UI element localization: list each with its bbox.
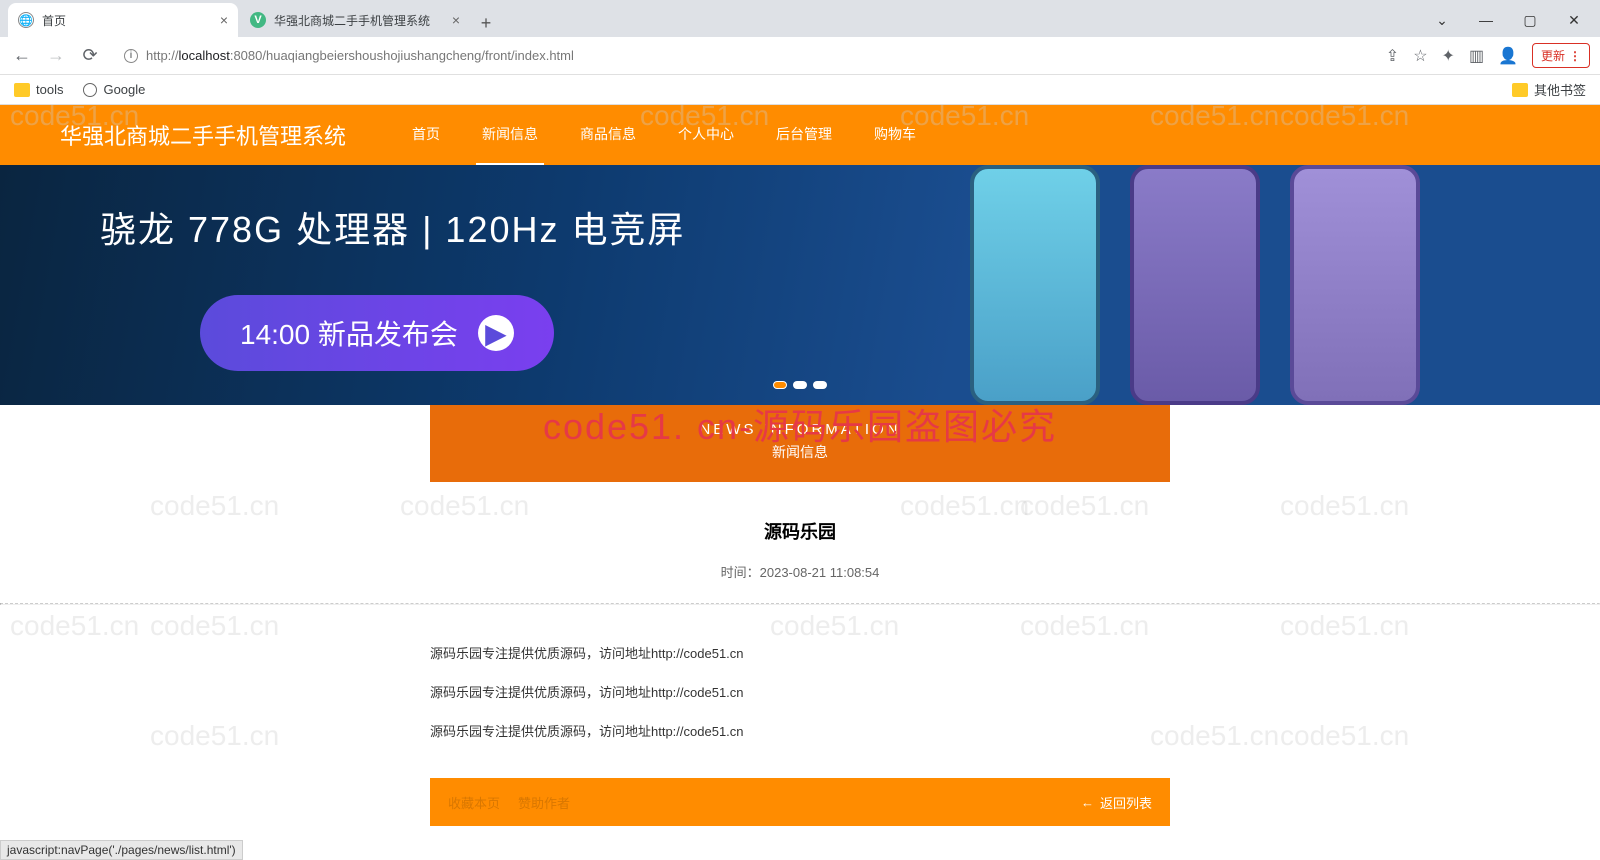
globe-icon: 🌐: [18, 12, 34, 28]
action-favorite[interactable]: 收藏本页: [448, 793, 500, 812]
banner-cta[interactable]: 14:00 新品发布会 ▶: [200, 295, 554, 371]
watermark-bg: code51.cn: [150, 610, 279, 642]
phone-image: [1130, 165, 1260, 405]
carousel-dot[interactable]: [813, 381, 827, 389]
nav-home[interactable]: 首页: [406, 105, 446, 165]
article-line: 源码乐园专注提供优质源码，访问地址http://code51.cn: [430, 672, 1170, 711]
tab-title: 首页: [42, 12, 66, 29]
action-left: 收藏本页 赞助作者: [448, 793, 570, 812]
play-icon: ▶: [478, 315, 514, 351]
bookmark-tools[interactable]: tools: [14, 82, 63, 97]
carousel-dot[interactable]: [773, 381, 787, 389]
phone-image: [970, 165, 1100, 405]
window-minimize-icon[interactable]: —: [1476, 12, 1496, 29]
watermark-bg: code51.cn: [10, 610, 139, 642]
nav-products[interactable]: 商品信息: [574, 105, 642, 165]
close-icon[interactable]: ×: [220, 12, 228, 28]
window-close-icon[interactable]: ✕: [1564, 12, 1584, 29]
section-header: NEWS INFORMATION 新闻信息: [430, 405, 1170, 482]
article-line: 源码乐园专注提供优质源码，访问地址http://code51.cn: [430, 711, 1170, 750]
article-meta: 源码乐园 时间：2023-08-21 11:08:54: [0, 518, 1600, 603]
article-time: 时间：2023-08-21 11:08:54: [0, 562, 1600, 603]
nav-news[interactable]: 新闻信息: [476, 105, 544, 165]
url-field[interactable]: i http://localhost:8080/huaqiangbeiersho…: [112, 42, 1376, 70]
status-bar: javascript:navPage('./pages/news/list.ht…: [0, 840, 243, 860]
browser-tab-inactive[interactable]: V 华强北商城二手手机管理系统 ×: [240, 3, 470, 37]
bookmark-google[interactable]: Google: [83, 82, 145, 97]
browser-tab-strip: 🌐 首页 × V 华强北商城二手手机管理系统 × + ⌄ — ▢ ✕: [0, 0, 1600, 37]
nav-profile[interactable]: 个人中心: [672, 105, 740, 165]
update-button[interactable]: 更新 ⋮: [1532, 43, 1590, 68]
browser-tab-active[interactable]: 🌐 首页 ×: [8, 3, 238, 37]
article-title: 源码乐园: [0, 518, 1600, 544]
banner-phones: [970, 165, 1420, 405]
section-title-cn: 新闻信息: [430, 442, 1170, 462]
watermark-bg: code51.cn: [1280, 720, 1409, 752]
watermark-bg: code51.cn: [1280, 610, 1409, 642]
window-dropdown-icon[interactable]: ⌄: [1432, 12, 1452, 29]
folder-icon: [14, 83, 30, 97]
phone-image: [1290, 165, 1420, 405]
back-button[interactable]: ←: [10, 45, 34, 66]
divider: [0, 603, 1600, 605]
carousel-dot[interactable]: [793, 381, 807, 389]
sidepanel-icon[interactable]: ▥: [1469, 46, 1484, 66]
reload-button[interactable]: ⟳: [78, 45, 102, 66]
bookmark-other[interactable]: 其他书签: [1512, 80, 1586, 99]
address-bar: ← → ⟳ i http://localhost:8080/huaqiangbe…: [0, 37, 1600, 75]
hero-banner: 骁龙 778G 处理器 | 120Hz 电竞屏 14:00 新品发布会 ▶: [0, 165, 1600, 405]
action-sponsor[interactable]: 赞助作者: [518, 793, 570, 812]
article-body: 源码乐园专注提供优质源码，访问地址http://code51.cn 源码乐园专注…: [430, 633, 1170, 750]
arrow-left-icon: ←: [1081, 795, 1094, 810]
star-icon[interactable]: ☆: [1413, 46, 1427, 66]
site-title: 华强北商城二手手机管理系统: [60, 119, 346, 151]
site-header: 华强北商城二手手机管理系统 首页 新闻信息 商品信息 个人中心 后台管理 购物车: [0, 105, 1600, 165]
nav-admin[interactable]: 后台管理: [770, 105, 838, 165]
back-to-list-button[interactable]: ← 返回列表: [1081, 793, 1152, 812]
site-info-icon[interactable]: i: [124, 49, 138, 63]
nav-menu: 首页 新闻信息 商品信息 个人中心 后台管理 购物车: [406, 105, 922, 165]
profile-icon[interactable]: 👤: [1498, 46, 1518, 66]
url-text: http://localhost:8080/huaqiangbeiershous…: [146, 48, 574, 63]
globe-icon: [83, 83, 97, 97]
new-tab-button[interactable]: +: [472, 9, 500, 37]
toolbar-right: ⇪ ☆ ✦ ▥ 👤 更新 ⋮: [1386, 43, 1590, 68]
forward-button[interactable]: →: [44, 45, 68, 66]
vue-icon: V: [250, 12, 266, 28]
nav-cart[interactable]: 购物车: [868, 105, 922, 165]
bookmarks-bar: tools Google 其他书签: [0, 75, 1600, 105]
share-icon[interactable]: ⇪: [1386, 46, 1399, 66]
tab-title: 华强北商城二手手机管理系统: [274, 12, 430, 29]
close-icon[interactable]: ×: [452, 12, 460, 28]
extensions-icon[interactable]: ✦: [1442, 46, 1455, 66]
banner-headline: 骁龙 778G 处理器 | 120Hz 电竞屏: [100, 201, 686, 253]
section-title-en: NEWS INFORMATION: [430, 421, 1170, 438]
action-bar: 收藏本页 赞助作者 ← 返回列表: [430, 778, 1170, 826]
article-line: 源码乐园专注提供优质源码，访问地址http://code51.cn: [430, 633, 1170, 672]
watermark-bg: code51.cn: [150, 720, 279, 752]
carousel-dots: [773, 381, 827, 389]
window-maximize-icon[interactable]: ▢: [1520, 12, 1540, 29]
folder-icon: [1512, 83, 1528, 97]
window-controls: ⌄ — ▢ ✕: [1432, 12, 1600, 37]
